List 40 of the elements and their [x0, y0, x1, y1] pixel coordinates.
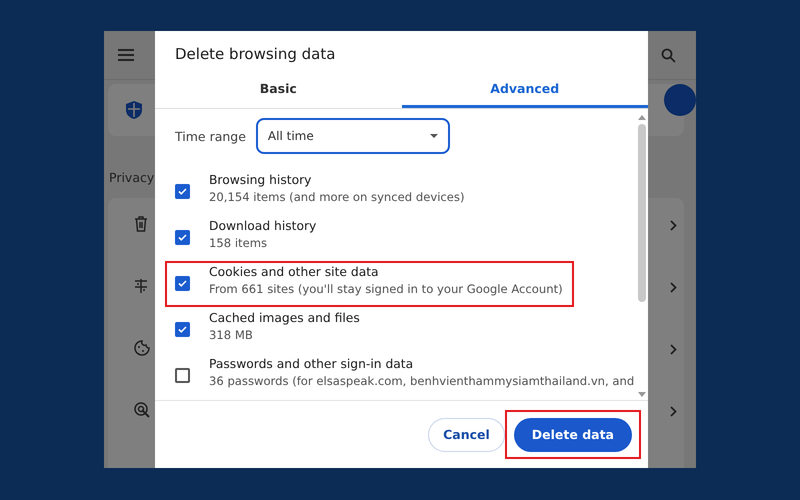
checkbox[interactable]	[175, 368, 190, 382]
dialog-title: Delete browsing data	[174, 44, 336, 65]
delete-button[interactable]: Delete data	[514, 418, 632, 452]
option-detail: 318 MB	[209, 328, 254, 342]
chevron-icon[interactable]	[670, 344, 677, 355]
option-detail: 20,154 items (and more on synced devices)	[209, 190, 464, 204]
option-title: Browsing history	[209, 172, 312, 186]
option-title: Passwords and other sign-in data	[209, 356, 414, 370]
search-icon[interactable]	[661, 48, 676, 62]
option-detail: 158 items	[209, 236, 268, 250]
checkbox[interactable]	[175, 230, 190, 244]
menu-icon[interactable]	[118, 49, 134, 61]
tab[interactable]: Advanced	[402, 71, 648, 108]
checkbox[interactable]	[175, 184, 190, 198]
option-detail: 36 passwords (for elsaspeak.com, benhvienthammysiamthailand.vn, and	[209, 374, 634, 388]
section-heading: Privacy	[109, 170, 154, 185]
option-title: Cached images and files	[209, 310, 360, 324]
cancel-button[interactable]: Cancel	[428, 418, 505, 452]
checkbox[interactable]	[175, 276, 190, 290]
checkmark-icon	[178, 326, 187, 332]
checkbox[interactable]	[175, 322, 190, 336]
checkmark-icon	[178, 188, 187, 194]
chevron-icon[interactable]	[670, 282, 677, 293]
option-detail: From 661 sites (you'll stay signed in to your Google Account)	[209, 282, 563, 296]
field-label: Time range	[175, 128, 246, 144]
caret-icon	[430, 134, 438, 138]
shield-icon	[126, 101, 142, 119]
trash-icon[interactable]	[134, 216, 148, 232]
chevron-icon[interactable]	[670, 406, 677, 417]
option-title: Download history	[209, 218, 316, 232]
avatar-icon[interactable]	[664, 84, 696, 116]
checkmark-icon	[178, 280, 187, 286]
target-icon[interactable]	[134, 402, 150, 418]
time-range-dropdown[interactable]: All time	[256, 118, 450, 154]
checkmark-icon	[178, 234, 187, 240]
chevron-icon[interactable]	[670, 220, 677, 231]
sliders-icon[interactable]	[134, 278, 148, 294]
tab[interactable]: Basic	[155, 71, 402, 108]
option-title: Cookies and other site data	[209, 264, 380, 278]
cookie-icon[interactable]	[134, 340, 150, 356]
